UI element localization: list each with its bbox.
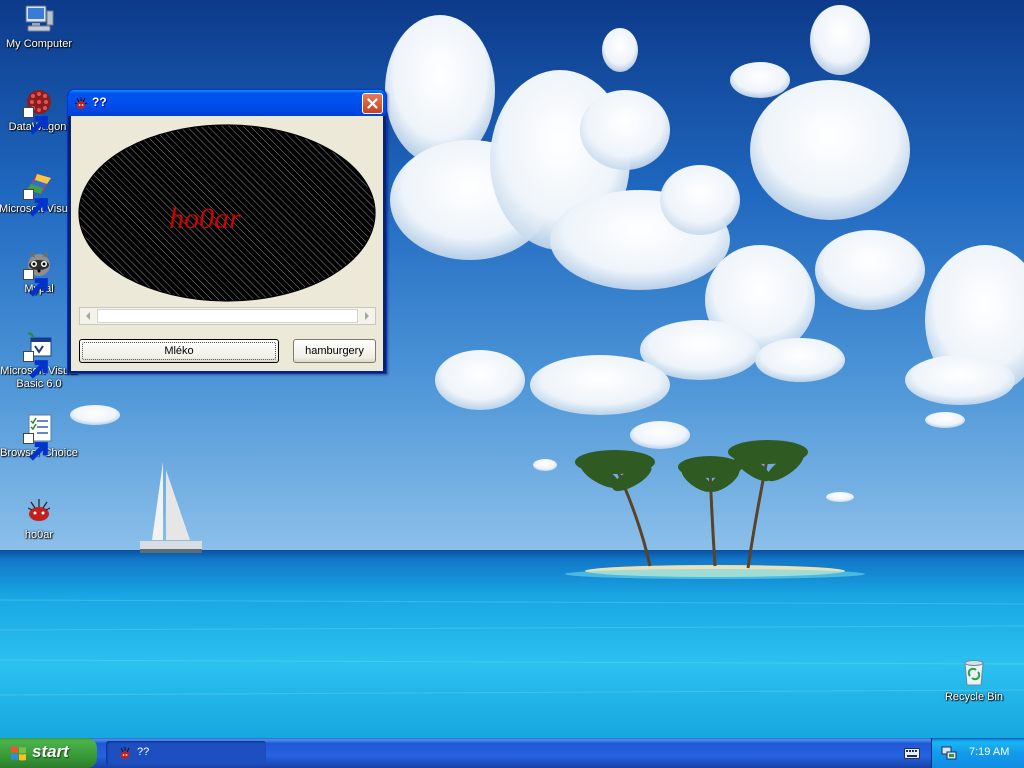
browser-choice-icon [23,412,55,461]
datawagon-icon [23,86,55,135]
shortcut-arrow-icon [23,107,48,135]
visual-cpp-icon [23,168,55,217]
window-title: ?? [92,95,107,109]
focus-ring [82,342,276,360]
recycle-bin-icon [958,656,990,688]
network-icon[interactable] [941,745,957,761]
start-button[interactable]: start [0,738,97,768]
app-bug-icon [120,747,130,759]
my-computer-icon [23,3,55,35]
chevron-left-icon [86,312,90,320]
ellipse-canvas: ho0ar [78,124,376,302]
close-button[interactable] [362,93,383,114]
taskbar-item-app[interactable]: ?? [106,741,266,765]
app-window[interactable]: ?? ho0ar Mléko hamburgery [67,89,387,374]
horizontal-scrollbar[interactable] [79,307,376,325]
scroll-left-button[interactable] [80,308,96,324]
visual-basic-icon [23,330,55,379]
system-tray: 7:19 AM [931,738,1024,768]
ellipse-text: ho0ar [169,202,241,235]
desktop-icon-label: Recycle Bin [944,691,1004,703]
close-icon [367,98,378,109]
desktop-icon-label: ho0ar [24,529,54,541]
desktop-icon-label: My Computer [5,38,73,50]
desktop-icon-ho0ar[interactable]: ho0ar [0,494,79,542]
shortcut-arrow-icon [23,189,48,217]
desktop-icon-my-computer[interactable]: My Computer [0,3,79,51]
app-bug-icon [73,95,89,111]
mypal-icon [23,248,55,297]
scrollbar-track[interactable] [97,309,358,323]
title-bar[interactable]: ?? [68,90,386,116]
chevron-right-icon [365,312,369,320]
start-label: start [32,742,69,761]
shortcut-arrow-icon [23,269,48,297]
scroll-right-button[interactable] [359,308,375,324]
hamburgery-button[interactable]: hamburgery [293,339,376,363]
hamburgery-button-label: hamburgery [305,345,364,357]
window-client-area: ho0ar Mléko hamburgery [71,116,383,371]
shortcut-arrow-icon [23,351,48,379]
shortcut-arrow-icon [23,433,48,461]
ho0ar-icon [23,494,55,526]
taskbar: start ?? 7:19 AM [0,738,1024,768]
mleko-button[interactable]: Mléko [79,339,279,363]
clock: 7:19 AM [969,746,1010,758]
desktop-icon-browser-choice[interactable]: Browser Choice [0,412,79,461]
windows-logo-icon [11,746,26,761]
keyboard-icon[interactable] [904,746,920,760]
taskbar-item-label: ?? [137,746,150,758]
desktop-icon-recycle-bin[interactable]: Recycle Bin [934,656,1014,704]
